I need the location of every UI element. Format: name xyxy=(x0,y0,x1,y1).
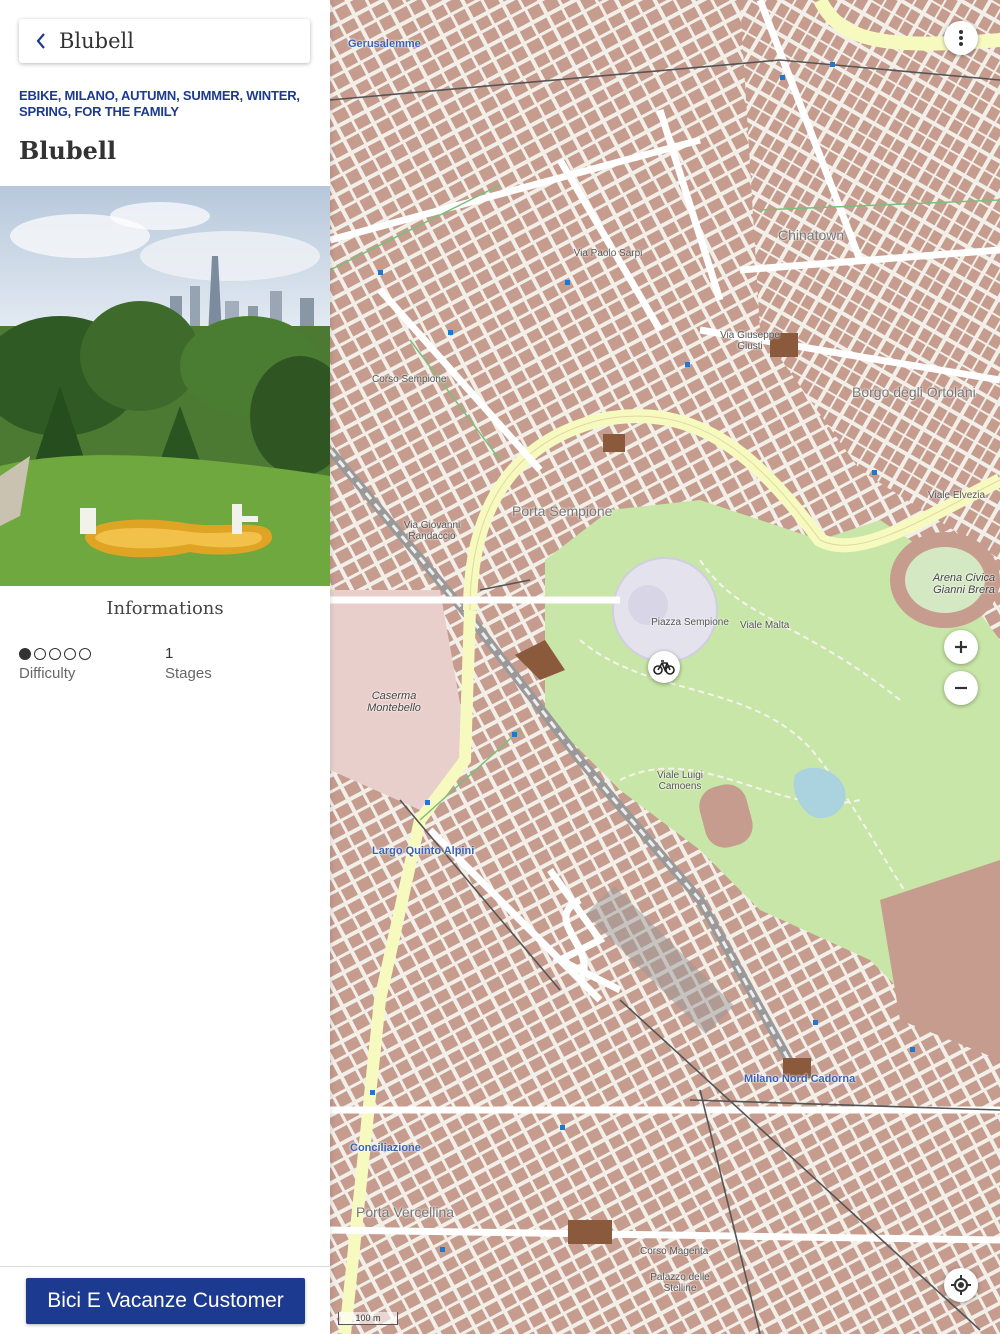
map-label: Piazza Sempione xyxy=(651,617,729,628)
map-label: Viale Luigi Camoens xyxy=(657,770,703,792)
difficulty-dot xyxy=(79,647,91,660)
map-label: Porta Sempione xyxy=(512,503,613,519)
panel-header: Blubell xyxy=(19,19,310,63)
map-label: Porta Vercellina xyxy=(356,1204,455,1220)
app-root: Gerusalemme Porta Sempione Piazza Sempione… xyxy=(0,0,1000,1334)
map-label: Conciliazione xyxy=(350,1142,421,1154)
stages-label: Stages xyxy=(165,665,212,682)
difficulty-rating xyxy=(19,645,91,662)
informations-heading: Informations xyxy=(106,598,224,619)
route-tags: EBIKE, MILANO, AUTUMN, SUMMER, WINTER, S… xyxy=(19,88,300,119)
map-label: Viale Malta xyxy=(740,620,790,631)
map-label: Milano Nord Cadorna xyxy=(744,1073,856,1085)
footer-divider xyxy=(0,1266,330,1267)
zoom-out-button[interactable] xyxy=(944,671,978,705)
map-label: Via Giuseppe Giusti xyxy=(720,330,780,352)
map-label: Via Paolo Sarpi xyxy=(573,248,643,259)
map-label: Corso Magenta xyxy=(640,1246,709,1257)
map-label: Via Giovanni Randaccio xyxy=(403,520,461,542)
map-label: Caserma Montebello xyxy=(367,690,421,714)
map-label: Palazzo delle Stelline xyxy=(650,1272,710,1294)
difficulty-label: Difficulty xyxy=(19,665,76,682)
locate-button[interactable] xyxy=(944,1268,978,1302)
map-scale-bar: 100 m xyxy=(338,1312,398,1325)
difficulty-dot xyxy=(34,647,46,660)
map-label: Corso Sempione xyxy=(372,374,447,385)
stages-info: 1 Stages xyxy=(165,645,212,682)
difficulty-dot xyxy=(64,647,76,660)
header-title: Blubell xyxy=(59,29,134,53)
locate-icon xyxy=(951,1275,971,1295)
route-photo xyxy=(0,186,330,586)
customer-button[interactable]: Bici E Vacanze Customer xyxy=(26,1278,305,1324)
map-label: Gerusalemme xyxy=(348,38,421,50)
more-vertical-icon xyxy=(959,30,963,46)
zoom-in-button[interactable] xyxy=(944,630,978,664)
difficulty-dot xyxy=(19,647,31,660)
park-photo-image xyxy=(0,186,330,586)
map-label: Arena Civica Gianni Brera xyxy=(932,572,996,596)
minus-icon xyxy=(955,686,967,690)
map-label: Viale Elvezia xyxy=(928,490,986,501)
route-title: Blubell xyxy=(19,136,117,165)
route-start-marker[interactable] xyxy=(648,651,680,683)
map-menu-button[interactable] xyxy=(944,21,978,55)
back-button[interactable] xyxy=(19,19,63,63)
stages-value: 1 xyxy=(165,645,174,662)
difficulty-dot xyxy=(49,647,61,660)
map-label: Borgo degli Ortolani xyxy=(852,384,976,400)
bicycle-icon xyxy=(653,660,675,675)
route-detail-panel: Blubell EBIKE, MILANO, AUTUMN, SUMMER, W… xyxy=(0,0,330,1334)
plus-icon xyxy=(955,641,967,653)
chevron-left-icon xyxy=(36,33,45,49)
map-label: Largo Quinto Alpini xyxy=(372,845,475,857)
map-label: Chinatown xyxy=(778,227,845,243)
difficulty-info: Difficulty xyxy=(19,645,91,682)
